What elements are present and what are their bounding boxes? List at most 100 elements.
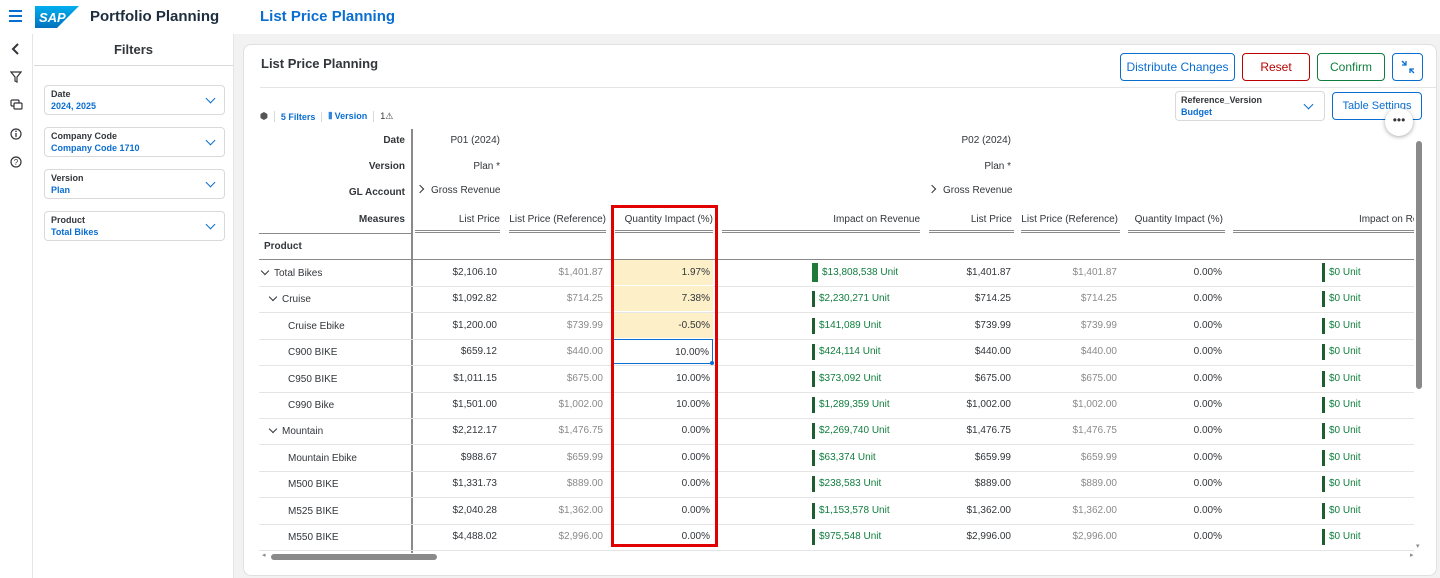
filter-product[interactable]: Product Total Bikes xyxy=(44,211,225,241)
list-price-cell[interactable]: $988.67 xyxy=(413,445,500,470)
quantity-impact-cell[interactable]: 0.00% xyxy=(1126,339,1225,364)
product-cell[interactable]: C900 BIKE xyxy=(288,347,337,358)
measure-header[interactable]: Quantity Impact (%) xyxy=(1126,214,1225,225)
list-price-cell[interactable]: $1,401.87 xyxy=(927,260,1014,285)
scroll-down-icon[interactable]: ▾ xyxy=(1416,542,1420,550)
quantity-impact-cell[interactable]: 7.38% xyxy=(613,286,713,312)
product-cell[interactable]: M500 BIKE xyxy=(288,479,339,490)
version-link[interactable]: ⫴ Version xyxy=(322,111,375,122)
reference-price-cell[interactable]: $440.00 xyxy=(507,339,606,364)
impact-on-revenue-cell[interactable]: $0 Unit xyxy=(1231,471,1414,496)
product-cell[interactable]: M525 BIKE xyxy=(288,506,339,517)
chevron-down-icon[interactable] xyxy=(260,266,270,276)
impact-on-revenue-cell[interactable]: $0 Unit xyxy=(1231,418,1414,443)
help-icon[interactable]: ? xyxy=(8,156,24,172)
impact-on-revenue-cell[interactable]: $0 Unit xyxy=(1231,339,1414,364)
impact-on-revenue-cell[interactable]: $63,374 Unit xyxy=(720,445,920,470)
list-price-cell[interactable]: $889.00 xyxy=(927,471,1014,496)
cube-icon[interactable]: ⬢ xyxy=(260,111,275,122)
reset-button[interactable]: Reset xyxy=(1242,53,1310,81)
measure-header[interactable]: List Price xyxy=(413,214,500,225)
reference-price-cell[interactable]: $2,996.00 xyxy=(507,524,606,549)
menu-icon[interactable] xyxy=(9,10,22,22)
confirm-button[interactable]: Confirm xyxy=(1317,53,1385,81)
chevron-down-icon[interactable] xyxy=(268,293,278,302)
impact-on-revenue-cell[interactable]: $424,114 Unit xyxy=(720,339,920,364)
impact-on-revenue-cell[interactable]: $0 Unit xyxy=(1231,445,1414,470)
reference-price-cell[interactable]: $1,401.87 xyxy=(1019,260,1120,285)
fullscreen-button[interactable] xyxy=(1392,53,1423,81)
list-price-cell[interactable]: $1,002.00 xyxy=(927,392,1014,417)
impact-on-revenue-cell[interactable]: $13,808,538 Unit xyxy=(720,260,920,285)
warnings-indicator[interactable]: 1⚠ xyxy=(374,111,393,122)
list-price-cell[interactable]: $1,331.73 xyxy=(413,471,500,496)
scroll-left-icon[interactable]: ◂ xyxy=(262,551,266,559)
quantity-impact-cell[interactable]: 0.00% xyxy=(1126,418,1225,443)
reference-price-cell[interactable]: $1,002.00 xyxy=(1019,392,1120,417)
list-price-cell[interactable]: $2,040.28 xyxy=(413,498,500,523)
impact-on-revenue-cell[interactable]: $0 Unit xyxy=(1231,313,1414,338)
quantity-impact-cell[interactable]: 0.00% xyxy=(1126,524,1225,549)
impact-on-revenue-cell[interactable]: $0 Unit xyxy=(1231,286,1414,311)
list-price-cell[interactable]: $1,362.00 xyxy=(927,498,1014,523)
reference-price-cell[interactable]: $2,996.00 xyxy=(1019,524,1120,549)
reference-price-cell[interactable]: $675.00 xyxy=(1019,366,1120,391)
list-price-cell[interactable]: $1,200.00 xyxy=(413,313,500,338)
quantity-impact-cell[interactable]: 0.00% xyxy=(1126,471,1225,496)
filters-link[interactable]: 5 Filters xyxy=(275,111,323,122)
list-price-cell[interactable]: $1,011.15 xyxy=(413,366,500,391)
quantity-impact-cell[interactable]: 0.00% xyxy=(613,524,713,549)
impact-on-revenue-cell[interactable]: $0 Unit xyxy=(1231,498,1414,523)
filter-icon[interactable] xyxy=(8,71,24,87)
measure-header[interactable]: List Price (Reference) xyxy=(1019,214,1120,225)
info-icon[interactable] xyxy=(8,128,24,144)
sap-logo[interactable]: SAP xyxy=(35,6,79,28)
reference-price-cell[interactable]: $1,002.00 xyxy=(507,392,606,417)
scroll-right-icon[interactable]: ▸ xyxy=(1410,551,1414,559)
impact-on-revenue-cell[interactable]: $373,092 Unit xyxy=(720,366,920,391)
reference-price-cell[interactable]: $1,476.75 xyxy=(507,418,606,443)
impact-on-revenue-cell[interactable]: $0 Unit xyxy=(1231,392,1414,417)
reference-price-cell[interactable]: $1,401.87 xyxy=(507,260,606,285)
impact-on-revenue-cell[interactable]: $1,289,359 Unit xyxy=(720,392,920,417)
impact-on-revenue-cell[interactable]: $1,153,578 Unit xyxy=(720,498,920,523)
list-price-cell[interactable]: $659.12 xyxy=(413,339,500,364)
distribute-changes-button[interactable]: Distribute Changes xyxy=(1120,53,1235,81)
reference-price-cell[interactable]: $889.00 xyxy=(1019,471,1120,496)
measure-header[interactable]: List Price xyxy=(927,214,1014,225)
impact-on-revenue-cell[interactable]: $2,230,271 Unit xyxy=(720,286,920,311)
quantity-impact-cell[interactable]: 0.00% xyxy=(1126,286,1225,311)
list-price-cell[interactable]: $714.25 xyxy=(927,286,1014,311)
list-price-cell[interactable]: $2,212.17 xyxy=(413,418,500,443)
quantity-impact-cell[interactable]: 10.00% xyxy=(613,366,713,391)
vertical-scrollbar[interactable] xyxy=(1416,141,1422,389)
period-header-gl[interactable]: Gross Revenue xyxy=(927,184,1012,196)
impact-on-revenue-cell[interactable]: $975,548 Unit xyxy=(720,524,920,549)
list-price-cell[interactable]: $1,501.00 xyxy=(413,392,500,417)
filter-date[interactable]: Date 2024, 2025 xyxy=(44,85,225,115)
filter-version[interactable]: Version Plan xyxy=(44,169,225,199)
reference-price-cell[interactable]: $1,362.00 xyxy=(1019,498,1120,523)
list-price-cell[interactable]: $739.99 xyxy=(927,313,1014,338)
list-price-cell[interactable]: $2,996.00 xyxy=(927,524,1014,549)
product-cell[interactable]: M550 BIKE xyxy=(288,532,339,543)
collapse-icon[interactable] xyxy=(8,43,24,59)
app-title[interactable]: Portfolio Planning xyxy=(90,8,219,25)
impact-on-revenue-cell[interactable]: $238,583 Unit xyxy=(720,471,920,496)
product-cell[interactable]: C950 BIKE xyxy=(288,374,337,385)
quantity-impact-cell[interactable]: 0.00% xyxy=(1126,366,1225,391)
impact-on-revenue-cell[interactable]: $141,089 Unit xyxy=(720,313,920,338)
chevron-down-icon[interactable] xyxy=(268,425,278,434)
reference-price-cell[interactable]: $739.99 xyxy=(507,313,606,338)
list-price-cell[interactable]: $659.99 xyxy=(927,445,1014,470)
quantity-impact-cell[interactable]: 0.00% xyxy=(1126,313,1225,338)
reference-price-cell[interactable]: $659.99 xyxy=(507,445,606,470)
list-price-cell[interactable]: $1,476.75 xyxy=(927,418,1014,443)
measure-header[interactable]: Impact on Revenue xyxy=(720,214,920,225)
impact-on-revenue-cell[interactable]: $2,269,740 Unit xyxy=(720,418,920,443)
reference-price-cell[interactable]: $739.99 xyxy=(1019,313,1120,338)
reference-version-select[interactable]: Reference_Version Budget xyxy=(1175,91,1325,121)
impact-on-revenue-cell[interactable]: $0 Unit xyxy=(1231,260,1414,285)
list-price-cell[interactable]: $675.00 xyxy=(927,366,1014,391)
measure-header[interactable]: Impact on Reve xyxy=(1231,214,1414,225)
